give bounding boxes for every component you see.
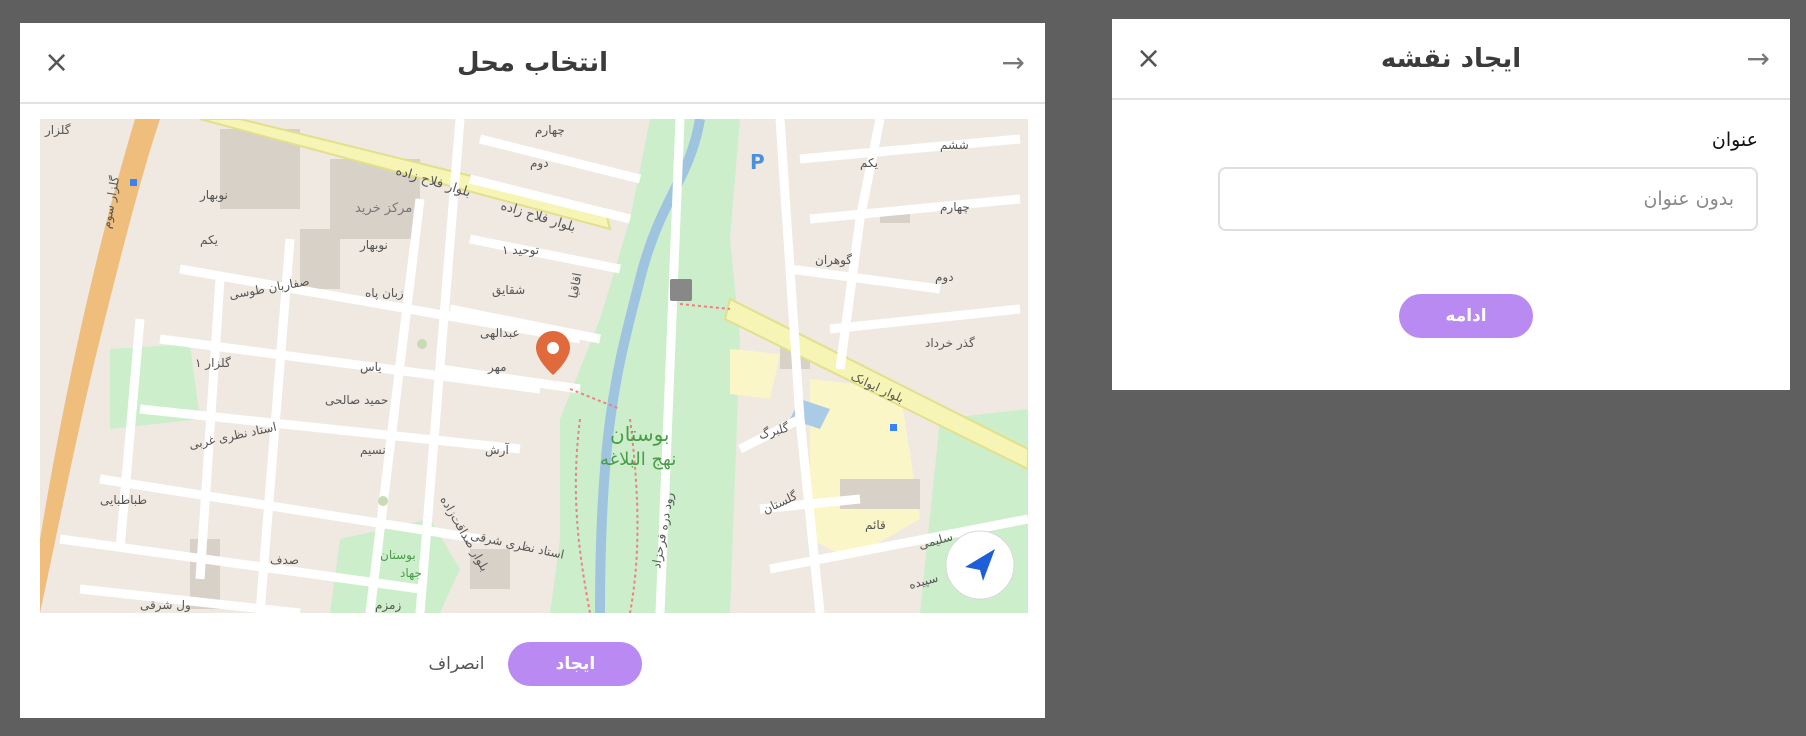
- map-label: نهج البلاغه: [600, 449, 676, 470]
- map-label: توحید ۱: [502, 243, 539, 258]
- close-icon[interactable]: ×: [44, 47, 69, 78]
- back-arrow-icon[interactable]: →: [1747, 44, 1770, 73]
- roundabout-icon: [378, 496, 388, 506]
- map-label: یکم: [860, 156, 878, 170]
- map-label: گلزار: [44, 123, 71, 138]
- map-canvas[interactable]: P بلوار فلاح زاده بلوار فلاح زاده مرکز خ…: [40, 119, 1028, 613]
- map-label: نوبهار: [359, 238, 388, 253]
- dialog-header: × ایجاد نقشه →: [1112, 19, 1790, 100]
- dialog-title: ایجاد نقشه: [1380, 43, 1522, 74]
- map-label: یکم: [200, 233, 218, 247]
- map-label: طباطبایی: [100, 493, 147, 507]
- dialog-footer: انصراف ایجاد: [20, 641, 1045, 687]
- map-label: قائم: [865, 518, 886, 532]
- poi-icon: [890, 424, 897, 431]
- poi-icon: [130, 179, 137, 186]
- dialog-header: × انتخاب محل →: [20, 23, 1045, 104]
- map-label: گلزار ۱: [195, 356, 231, 371]
- map-label: دوم: [530, 156, 549, 171]
- map-label: یاس: [360, 360, 382, 375]
- continue-button[interactable]: ادامه: [1399, 294, 1533, 338]
- map-label: بوستان: [380, 548, 416, 563]
- building: [840, 479, 920, 509]
- map-label: نسیم: [360, 443, 386, 457]
- map-label: زبان پاه: [365, 286, 404, 301]
- create-button[interactable]: ایجاد: [508, 642, 643, 686]
- parking-icon: P: [750, 150, 765, 174]
- dialog-title: انتخاب محل: [456, 47, 608, 78]
- title-input[interactable]: [1218, 167, 1758, 231]
- map-view[interactable]: P بلوار فلاح زاده بلوار فلاح زاده مرکز خ…: [40, 119, 1028, 613]
- map-label: گوهران: [815, 253, 852, 268]
- map-label: چهارم: [940, 200, 970, 215]
- location-picker-dialog: × انتخاب محل → P بلوار فلاح زاده بلوار ف…: [20, 23, 1045, 718]
- map-label: مهر: [487, 360, 507, 375]
- map-label: جهاد: [400, 566, 422, 580]
- map-label: ششم: [940, 138, 969, 152]
- create-map-dialog: × ایجاد نقشه → عنوان ادامه: [1112, 19, 1790, 390]
- cancel-button[interactable]: انصراف: [423, 653, 491, 675]
- map-label: شقایق: [492, 283, 525, 298]
- close-icon[interactable]: ×: [1136, 43, 1161, 74]
- map-label: گذر خرداد: [925, 336, 975, 351]
- back-arrow-icon[interactable]: →: [1002, 48, 1025, 77]
- my-location-button[interactable]: [945, 530, 1015, 600]
- mosque-icon: [670, 279, 692, 301]
- title-field-label: عنوان: [1711, 129, 1758, 151]
- roundabout-icon: [417, 339, 427, 349]
- map-label: زمزم: [375, 598, 401, 613]
- map-label: حمید صالحی: [325, 393, 388, 407]
- map-label: عبدالهی: [480, 326, 520, 340]
- map-label: بوستان: [610, 422, 669, 446]
- map-label: نوبهار: [199, 188, 228, 203]
- map-label: مرکز خرید: [355, 201, 412, 216]
- map-label: آرش: [485, 442, 509, 458]
- map-label: چهارم: [535, 123, 565, 138]
- map-label: دوم: [935, 270, 954, 285]
- map-label: صدف: [270, 553, 299, 567]
- map-label: ول شرقی: [140, 598, 191, 613]
